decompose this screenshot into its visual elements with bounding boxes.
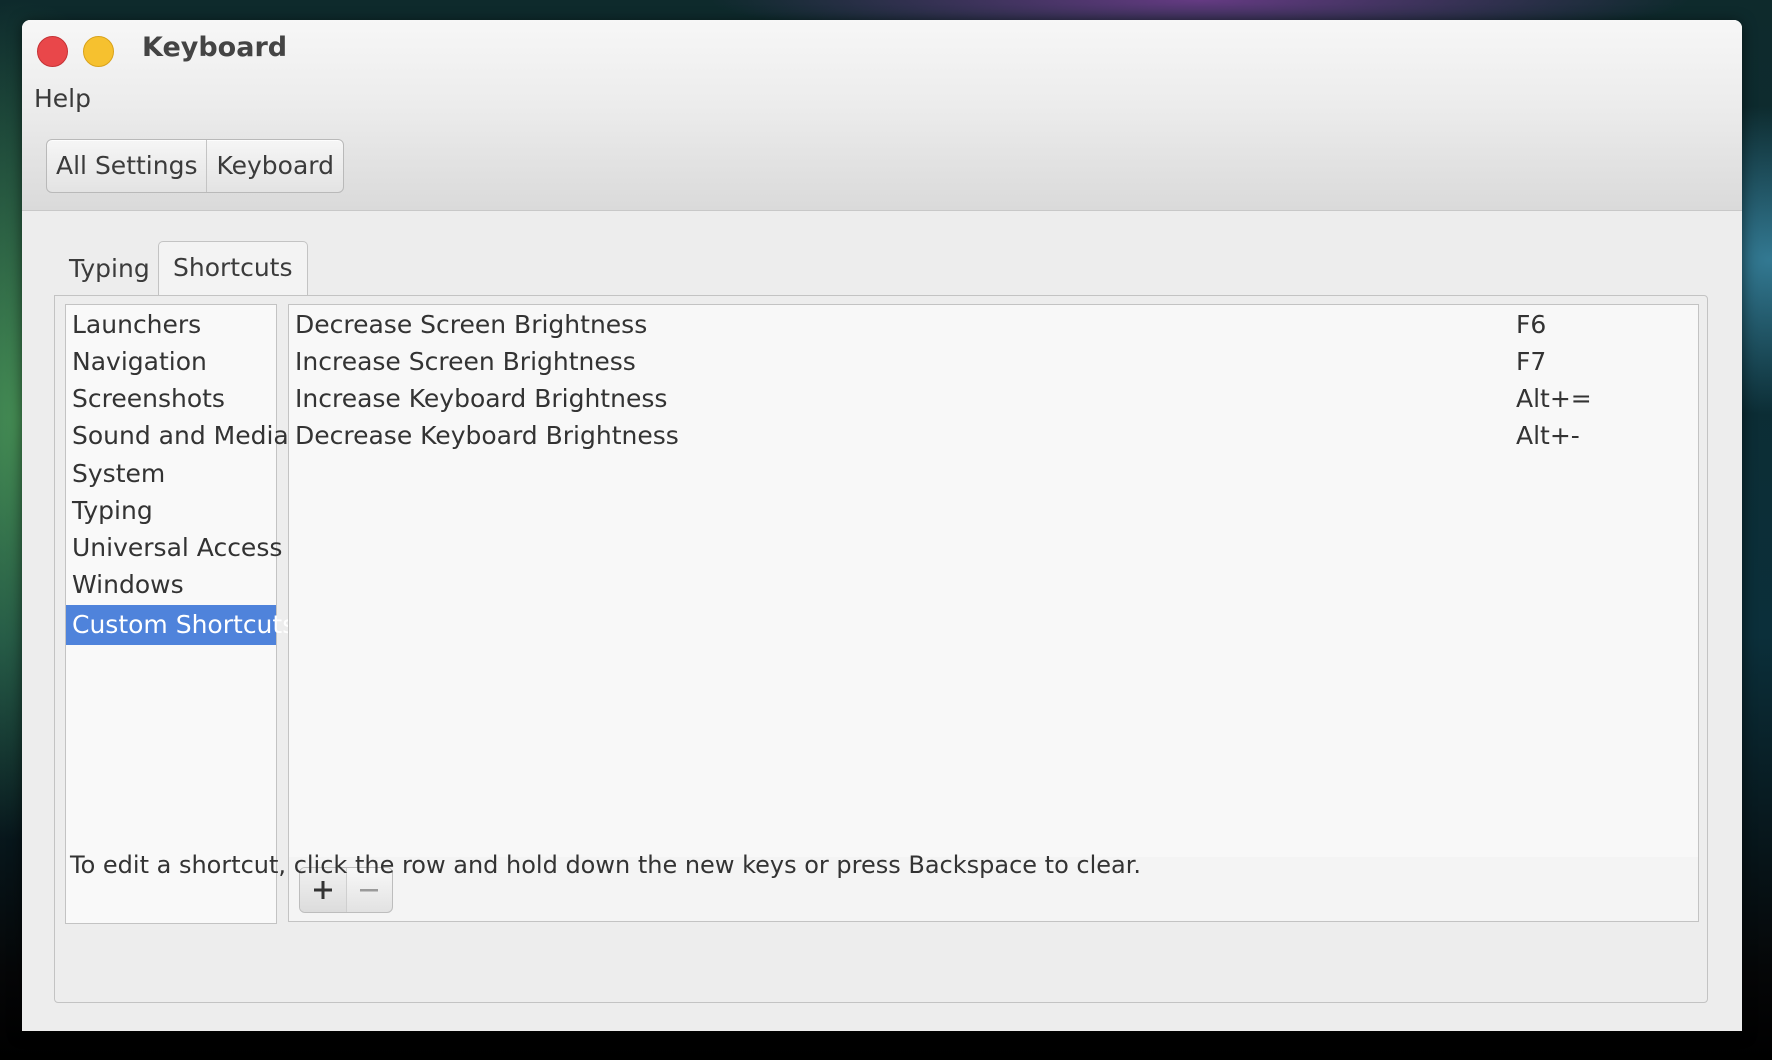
category-navigation[interactable]: Navigation (66, 342, 276, 382)
category-windows[interactable]: Windows (66, 565, 276, 605)
shortcut-name: Increase Keyboard Brightness (295, 384, 668, 413)
shortcut-row[interactable]: Increase Screen Brightness F7 (289, 342, 1698, 382)
shortcut-key[interactable]: Alt+- (1516, 416, 1580, 456)
shortcut-name: Decrease Screen Brightness (295, 310, 648, 339)
plus-icon (313, 881, 332, 899)
close-button[interactable] (37, 36, 68, 67)
shortcut-list: Decrease Screen Brightness F6 Increase S… (288, 304, 1699, 858)
shortcut-key[interactable]: F6 (1516, 305, 1546, 345)
breadcrumb-keyboard[interactable]: Keyboard (206, 140, 343, 192)
category-typing[interactable]: Typing (66, 491, 276, 531)
edit-hint: To edit a shortcut, click the row and ho… (70, 851, 1142, 879)
category-sound-and-media[interactable]: Sound and Media (66, 416, 289, 456)
minus-icon (360, 889, 379, 892)
main-content: Typing Shortcuts Launchers Navigation Sc… (22, 211, 1742, 1031)
shortcuts-page: Launchers Navigation Screenshots Sound a… (54, 295, 1708, 1003)
shortcut-row[interactable]: Increase Keyboard Brightness Alt+= (289, 379, 1698, 419)
shortcut-key[interactable]: Alt+= (1516, 379, 1592, 419)
window-title: Keyboard (142, 32, 288, 63)
category-system[interactable]: System (66, 454, 276, 494)
minimize-button[interactable] (83, 36, 114, 67)
category-screenshots[interactable]: Screenshots (66, 379, 276, 419)
shortcut-name: Decrease Keyboard Brightness (295, 421, 679, 450)
keyboard-window: Keyboard Help All Settings Keyboard Typi… (22, 20, 1742, 1031)
category-custom-shortcuts[interactable]: Custom Shortcuts (66, 605, 295, 645)
breadcrumb-all-settings[interactable]: All Settings (47, 140, 206, 192)
menu-help[interactable]: Help (32, 84, 93, 113)
shortcut-key[interactable]: F7 (1516, 342, 1546, 382)
shortcut-row[interactable]: Decrease Keyboard Brightness Alt+- (289, 416, 1698, 456)
category-launchers[interactable]: Launchers (66, 305, 276, 345)
shortcut-name: Increase Screen Brightness (295, 347, 636, 376)
category-list: Launchers Navigation Screenshots Sound a… (65, 304, 295, 924)
breadcrumb: All Settings Keyboard (46, 139, 345, 193)
header-bar: Keyboard Help All Settings Keyboard (22, 20, 1742, 211)
tab-shortcuts[interactable]: Shortcuts (158, 241, 308, 297)
tab-typing[interactable]: Typing (55, 241, 164, 295)
shortcut-row[interactable]: Decrease Screen Brightness F6 (289, 305, 1698, 345)
category-universal-access[interactable]: Universal Access (66, 528, 282, 568)
